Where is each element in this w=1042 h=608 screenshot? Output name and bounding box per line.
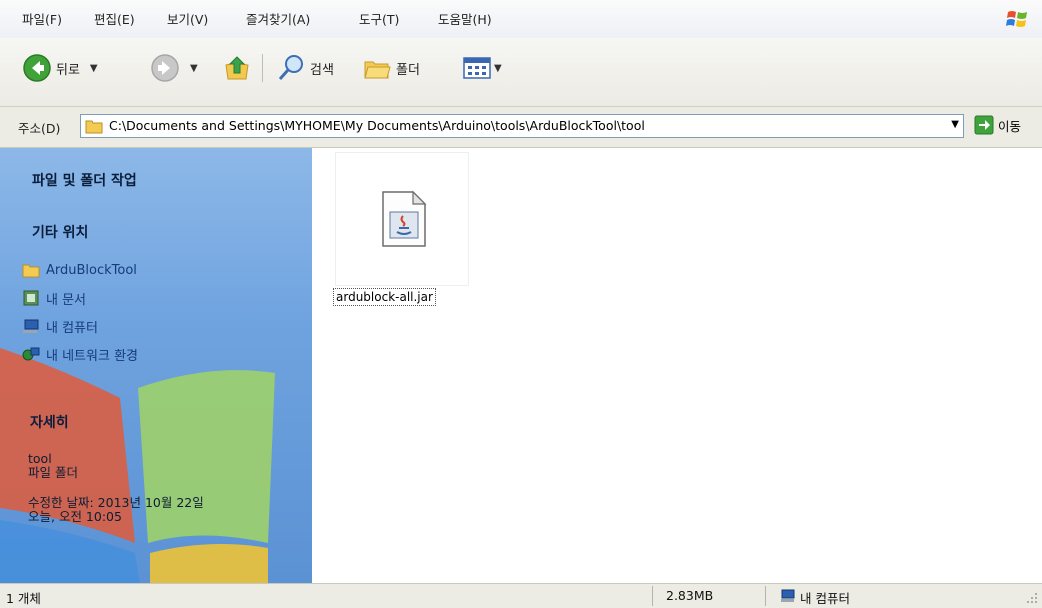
place-my-computer[interactable]: 내 컴퓨터 <box>22 316 98 336</box>
menu-file[interactable]: 파일(F) <box>20 11 64 29</box>
folders-button[interactable]: 폴더 <box>362 52 420 84</box>
details-title[interactable]: 자세히 <box>30 412 69 432</box>
folders-label: 폴더 <box>396 62 420 78</box>
forward-arrow-icon <box>151 54 179 82</box>
go-arrow-icon <box>974 115 994 135</box>
go-label: 이동 <box>998 118 1022 134</box>
go-button[interactable]: 이동 <box>974 115 1021 135</box>
menu-edit[interactable]: 편집(E) <box>92 11 137 29</box>
menu-help[interactable]: 도움말(H) <box>436 11 494 29</box>
address-label: 주소(D) <box>18 121 61 136</box>
menu-tools[interactable]: 도구(T) <box>357 11 401 29</box>
toolbar: 뒤로 ▼ ▼ 검색 폴더 ▼ <box>0 38 1042 107</box>
views-icon <box>463 57 491 79</box>
place-label: 내 문서 <box>46 292 87 308</box>
menu-bar: 파일(F) 편집(E) 보기(V) 즐겨찾기(A) 도구(T) 도움말(H) <box>0 0 1042 39</box>
address-bar: 주소(D) C:\Documents and Settings\MYHOME\M… <box>0 107 1042 148</box>
search-icon <box>278 55 303 80</box>
address-dropdown-icon[interactable]: ▼ <box>951 119 959 130</box>
status-size: 2.83MB <box>666 588 714 603</box>
my-computer-icon <box>23 319 39 333</box>
status-object-count: 1 개체 <box>6 591 41 606</box>
place-label: 내 네트워크 환경 <box>46 348 138 364</box>
status-separator <box>652 586 653 606</box>
windows-logo-icon <box>1006 11 1027 27</box>
up-folder-icon <box>225 56 249 80</box>
folder-icon <box>85 120 103 134</box>
menu-favorites[interactable]: 즐겨찾기(A) <box>244 11 312 29</box>
status-location: 내 컴퓨터 <box>800 591 850 606</box>
back-arrow-icon <box>23 54 51 82</box>
task-pane: 파일 및 폴더 작업 기타 위치 ArduBlockTool 내 문서 내 컴퓨… <box>0 148 312 583</box>
menu-view[interactable]: 보기(V) <box>165 11 210 29</box>
back-dropdown-icon[interactable]: ▼ <box>90 63 98 74</box>
forward-button[interactable]: ▼ <box>150 52 198 84</box>
file-item[interactable]: ardublock-all.jar <box>333 152 471 306</box>
file-thumbnail[interactable] <box>335 152 469 286</box>
details-name: tool <box>28 451 52 466</box>
back-label: 뒤로 <box>56 62 80 78</box>
search-label: 검색 <box>310 62 334 78</box>
place-my-network[interactable]: 내 네트워크 환경 <box>22 344 138 364</box>
file-folder-tasks-title[interactable]: 파일 및 폴더 작업 <box>32 170 137 190</box>
other-places-title[interactable]: 기타 위치 <box>32 222 88 242</box>
folder-icon <box>22 264 40 278</box>
address-input[interactable]: C:\Documents and Settings\MYHOME\My Docu… <box>80 114 964 138</box>
java-jar-icon <box>382 190 427 247</box>
views-button[interactable]: ▼ <box>462 52 502 84</box>
details-type: 파일 폴더 <box>28 465 78 480</box>
resize-grip-icon[interactable] <box>1026 592 1038 604</box>
file-name[interactable]: ardublock-all.jar <box>333 288 436 306</box>
my-documents-icon <box>23 290 39 306</box>
network-icon <box>22 347 40 361</box>
place-my-documents[interactable]: 내 문서 <box>22 288 86 308</box>
status-separator <box>765 586 766 606</box>
details-time: 오늘, 오전 10:05 <box>28 509 122 524</box>
place-ardublocktool[interactable]: ArduBlockTool <box>22 260 137 280</box>
status-bar: 1 개체 2.83MB 내 컴퓨터 <box>0 583 1042 608</box>
views-dropdown-icon[interactable]: ▼ <box>494 63 502 74</box>
address-path: C:\Documents and Settings\MYHOME\My Docu… <box>109 118 645 133</box>
forward-dropdown-icon[interactable]: ▼ <box>190 63 198 74</box>
back-button[interactable]: 뒤로 ▼ <box>22 52 98 84</box>
my-computer-icon <box>781 589 795 602</box>
file-list: ardublock-all.jar <box>313 148 1042 583</box>
up-folder-button[interactable] <box>222 52 252 84</box>
place-label: ArduBlockTool <box>46 262 137 278</box>
search-button[interactable]: 검색 <box>276 52 334 84</box>
details-modified: 수정한 날짜: 2013년 10월 22일 <box>28 495 204 510</box>
folders-icon <box>364 61 391 79</box>
toolbar-separator <box>262 54 263 82</box>
place-label: 내 컴퓨터 <box>46 320 98 336</box>
